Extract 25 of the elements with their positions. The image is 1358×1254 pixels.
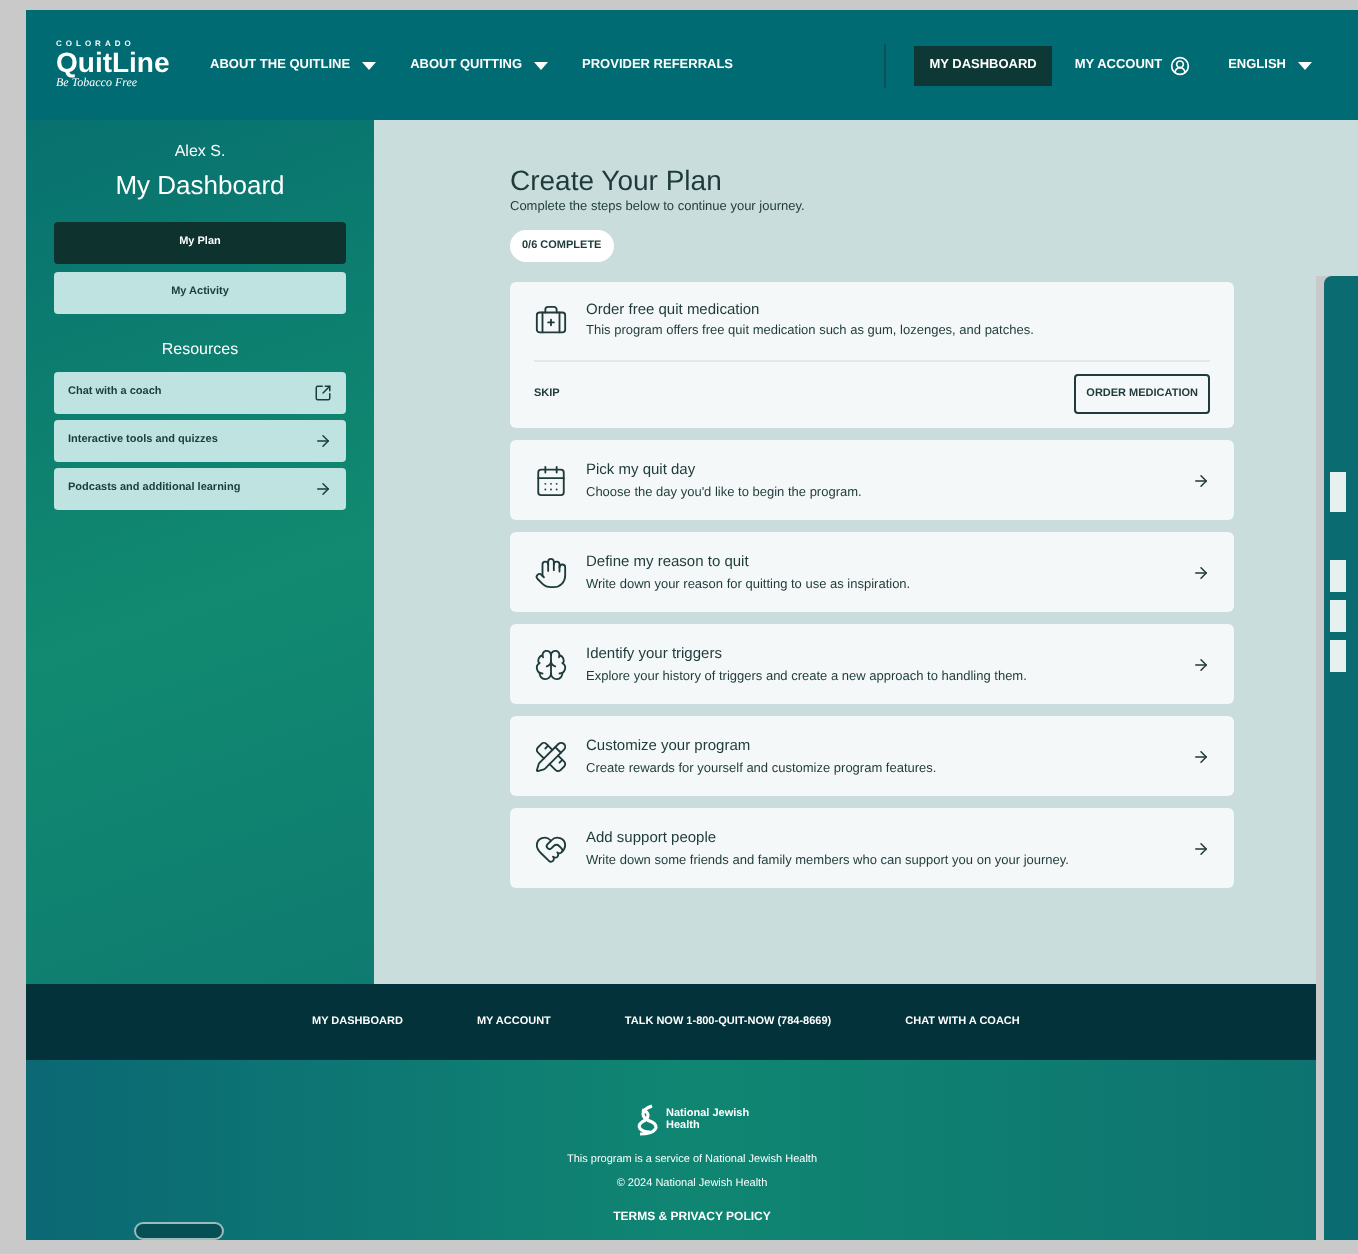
external-link-icon xyxy=(314,383,332,401)
arrow-right-icon xyxy=(314,479,332,497)
sidebar-title: My Dashboard xyxy=(115,168,285,204)
user-name: Alex S. xyxy=(174,140,226,164)
pencil-ruler-icon xyxy=(534,739,568,774)
medicine-case-icon xyxy=(534,303,568,337)
arrow-right-icon xyxy=(1192,471,1210,490)
brain-icon xyxy=(534,647,568,682)
arrow-right-icon xyxy=(1192,747,1210,766)
arrow-right-icon xyxy=(1192,655,1210,674)
calendar-icon xyxy=(534,463,568,498)
logo-name: QuitLine xyxy=(56,48,172,78)
caret-icon xyxy=(534,61,549,69)
plan-title: Create Your Plan xyxy=(510,164,724,196)
resources-title: Resources xyxy=(161,337,239,361)
arrow-right-icon xyxy=(1192,563,1210,582)
user-icon xyxy=(1170,55,1191,75)
hand-icon xyxy=(534,555,568,590)
caret-icon xyxy=(362,61,377,69)
arrow-right-icon xyxy=(314,431,332,449)
pill-shape xyxy=(134,1222,224,1240)
handshake-icon xyxy=(534,831,568,866)
arrow-right-icon xyxy=(1192,839,1210,858)
logo-mark-icon xyxy=(634,1104,662,1136)
caret-icon xyxy=(1298,61,1312,69)
